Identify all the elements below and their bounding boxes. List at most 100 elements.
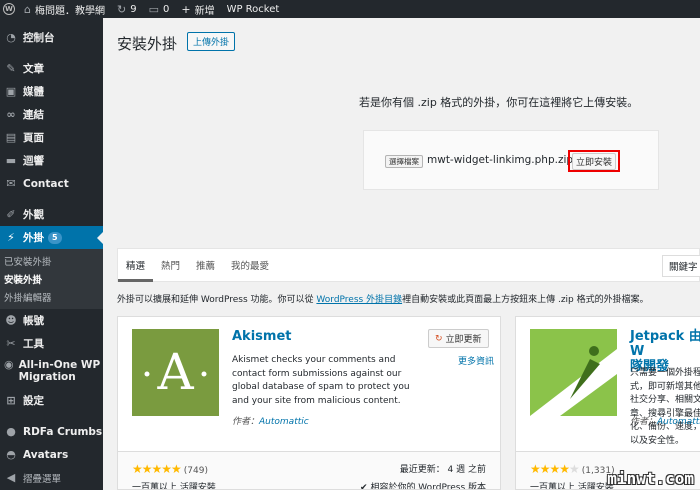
description-text: 外掛可以擴展和延伸 WordPress 功能。你可以從: [117, 295, 317, 305]
wp-rocket-link[interactable]: WP Rocket: [221, 0, 286, 18]
migration-icon: ◉: [4, 358, 14, 371]
submenu-plugin-editor[interactable]: 外掛編輯器: [0, 288, 103, 306]
plugin-name[interactable]: Akismet: [232, 329, 291, 344]
author-link[interactable]: Automattic: [259, 417, 309, 427]
star-rating: ★★★★★ (1,331): [530, 462, 615, 476]
rating-count: (749): [183, 466, 208, 476]
sidebar-item-plugins[interactable]: ⚡ 外掛 5: [0, 226, 103, 249]
sidebar-item-dashboard[interactable]: ◔ 控制台: [0, 26, 103, 49]
watermark-logo: minwt.com: [607, 469, 694, 488]
plugin-name-line: Jetpack 由 W: [630, 329, 700, 359]
update-now-button[interactable]: ↻ 立即更新: [428, 329, 489, 348]
plugins-description: 外掛可以擴展和延伸 WordPress 功能。你可以從 WordPress 外掛…: [117, 292, 649, 305]
pin-icon: ✎: [6, 62, 16, 75]
upload-hint: 若是你有個 .zip 格式的外掛，你可在這裡將它上傳安裝。: [359, 96, 639, 109]
updates-count: 9: [130, 3, 137, 15]
plugin-card-akismet: A Akismet ↻ 立即更新 更多資訊 Akismet checks your…: [117, 316, 501, 490]
more-info-link[interactable]: 更多資訊: [458, 354, 494, 367]
plugin-directory-link[interactable]: WordPress 外掛目錄: [316, 295, 402, 305]
sidebar-item-label: 帳號: [23, 315, 44, 327]
active-installs: 一百萬以上 活躍安裝: [132, 483, 216, 490]
refresh-icon: ↻: [435, 333, 443, 344]
choose-file-button[interactable]: 選擇檔案: [385, 155, 423, 168]
search-type-select[interactable]: 關鍵字 ÷: [662, 255, 700, 277]
sidebar-item-label: 頁面: [23, 132, 44, 144]
compatibility-status: ✔ 相容於你的 WordPress 版本: [360, 483, 486, 490]
plugin-author: 作者：Automattic: [630, 414, 700, 427]
wp-rocket-label: WP Rocket: [226, 3, 280, 15]
jetpack-logo-icon[interactable]: [530, 329, 617, 416]
crumbs-icon: ●: [6, 425, 16, 438]
sidebar-item-label: 外觀: [23, 209, 44, 221]
admin-bar: W ⌂ 梅問題．教學網 ↻ 9 ▭ 0 + 新增 WP Rocket: [0, 0, 700, 18]
sidebar-item-appearance[interactable]: ✐ 外觀: [0, 203, 103, 226]
plugin-description: 只需要一個外掛程式，即可新增其他社交分享、相關文章、搜尋引擎最佳化、備份、速度，…: [630, 368, 700, 446]
link-icon: ∞: [6, 108, 16, 121]
sidebar-item-avatars[interactable]: ◓ Avatars: [0, 443, 103, 466]
plugin-card-jetpack: Jetpack 由 W 隊開發 只需要一個外掛程式，即可新增其他社交分享、相關文章…: [515, 316, 700, 490]
updates-link[interactable]: ↻ 9: [111, 0, 143, 18]
sidebar-item-contact[interactable]: ✉ Contact: [0, 172, 103, 195]
selected-file-name: mwt-widget-linkimg.php.zip: [427, 154, 574, 166]
update-now-label: 立即更新: [445, 335, 482, 345]
sidebar-item-label: 摺疊選單: [23, 473, 62, 485]
sidebar-item-migration[interactable]: ◉ All-in-One WP Migration: [0, 355, 103, 389]
home-icon: ⌂: [24, 2, 31, 16]
last-updated: 最近更新： 4 週 之前: [399, 465, 486, 475]
plus-icon: +: [181, 2, 191, 16]
plugin-card-footer: ★★★★★ (749) 一百萬以上 活躍安裝 最近更新： 4 週 之前 ✔ 相容於…: [118, 451, 500, 489]
svg-text:A: A: [156, 343, 194, 401]
sidebar-item-comments[interactable]: ▬ 迴響: [0, 149, 103, 172]
sidebar-item-users[interactable]: ☻ 帳號: [0, 309, 103, 332]
wrench-icon: ✂: [6, 337, 16, 350]
author-link[interactable]: Automattic: [657, 417, 700, 427]
sidebar-item-tools[interactable]: ✂ 工具: [0, 332, 103, 355]
upload-plugin-button[interactable]: 上傳外掛: [187, 32, 236, 51]
submenu-add-plugins[interactable]: 安裝外掛: [0, 270, 103, 288]
tab-favorites[interactable]: 我的最愛: [223, 248, 277, 282]
install-now-button[interactable]: 立即安裝: [571, 152, 616, 170]
sidebar-item-label: 外掛: [23, 232, 44, 244]
mail-icon: ✉: [6, 177, 16, 190]
sidebar-item-links[interactable]: ∞ 連結: [0, 103, 103, 126]
sidebar-item-label: Contact: [23, 177, 69, 190]
comments-link[interactable]: ▭ 0: [143, 0, 176, 18]
new-label: 新增: [194, 5, 215, 17]
plugins-submenu: 已安裝外掛 安裝外掛 外掛編輯器: [0, 249, 103, 309]
sidebar-item-rdfa-crumbs[interactable]: ● RDFa Crumbs: [0, 420, 103, 443]
sidebar-item-label: 文章: [23, 63, 44, 75]
sidebar-item-label: 連結: [23, 109, 44, 121]
submenu-installed-plugins[interactable]: 已安裝外掛: [0, 252, 103, 270]
refresh-icon: ↻: [116, 2, 127, 16]
page-icon: ▤: [5, 131, 17, 144]
dashboard-icon: ◔: [6, 31, 16, 44]
sidebar-item-label: RDFa Crumbs: [23, 425, 103, 438]
sidebar-item-media[interactable]: ▣ 媒體: [0, 80, 103, 103]
comment-icon: ▬: [5, 154, 17, 167]
plugin-author: 作者：Automattic: [232, 414, 309, 427]
tab-featured[interactable]: 精選: [118, 248, 154, 282]
site-name: 梅問題．教學網: [34, 5, 105, 17]
sidebar-item-settings[interactable]: ⊞ 設定: [0, 389, 103, 412]
sidebar-item-collapse[interactable]: ◀ 摺疊選單: [0, 466, 103, 489]
site-name-link[interactable]: ⌂ 梅問題．教學網: [18, 0, 111, 18]
brush-icon: ✐: [6, 208, 16, 221]
akismet-logo-icon[interactable]: A: [132, 329, 219, 416]
sidebar-item-posts[interactable]: ✎ 文章: [0, 57, 103, 80]
collapse-icon: ◀: [6, 471, 16, 484]
tab-popular[interactable]: 熱門: [153, 248, 188, 282]
tab-recommended[interactable]: 推薦: [188, 248, 223, 282]
sidebar-item-label: Avatars: [23, 448, 69, 461]
sidebar-item-label: 工具: [23, 338, 44, 350]
author-label: 作者：: [232, 417, 260, 427]
avatar-icon: ◓: [6, 448, 16, 461]
page-title: 安裝外掛: [117, 35, 178, 53]
new-content-link[interactable]: + 新增: [175, 0, 220, 18]
sidebar-item-label: All-in-One WP Migration: [18, 359, 101, 383]
sidebar-item-pages[interactable]: ▤ 頁面: [0, 126, 103, 149]
comments-count: 0: [162, 3, 170, 15]
plugin-icon: ⚡: [7, 231, 15, 244]
comment-icon: ▭: [148, 2, 159, 16]
sidebar-item-label: 控制台: [23, 32, 55, 44]
wordpress-logo-icon[interactable]: W: [0, 0, 18, 18]
